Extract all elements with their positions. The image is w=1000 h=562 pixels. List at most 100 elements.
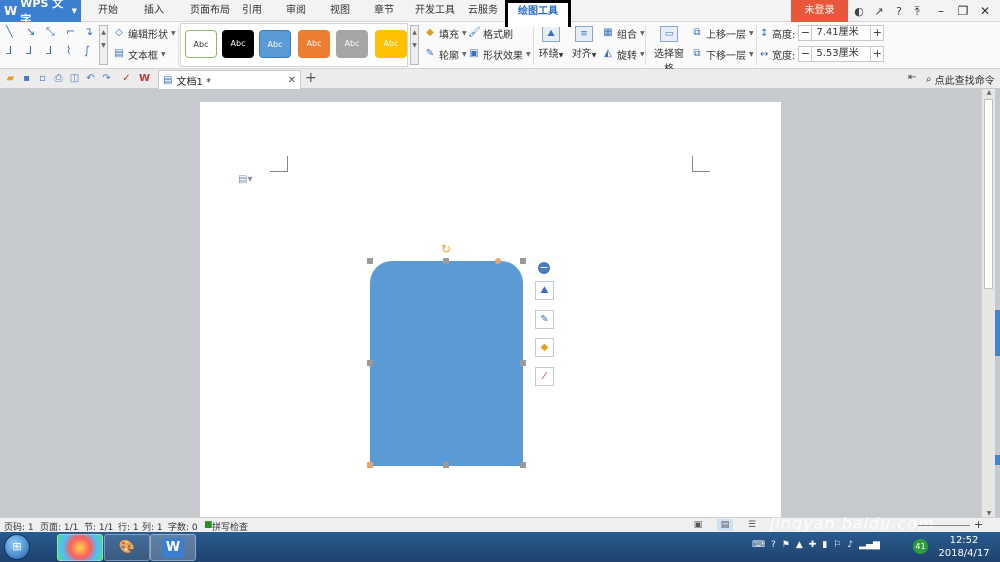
scroll-up-icon[interactable]: ▲ — [982, 89, 996, 96]
menu-item-home[interactable]: 开始 — [90, 0, 126, 22]
print-icon[interactable]: ⎙ — [52, 72, 65, 85]
style-sample-black[interactable]: Abc — [222, 30, 254, 58]
keyboard-icon[interactable]: ⌨ — [752, 540, 765, 550]
menu-item-view[interactable]: 视图 — [322, 0, 358, 22]
rotate-handle-icon[interactable]: ↻ — [441, 242, 451, 256]
scroll-down-icon[interactable]: ▼ — [982, 510, 996, 517]
help-icon[interactable]: ? — [892, 5, 906, 18]
scrollbar-thumb[interactable] — [984, 99, 993, 289]
side-panel-tab[interactable] — [995, 455, 1000, 465]
line-icon[interactable]: ╲ — [6, 25, 13, 38]
menu-item-drawing-tools[interactable]: 绘图工具 — [505, 0, 571, 27]
paste-options-icon[interactable]: ▤▾ — [238, 174, 252, 185]
add-tab-icon[interactable]: + — [305, 70, 317, 86]
notification-icon[interactable]: ⚑ — [782, 540, 790, 550]
security-icon[interactable]: ✚ — [809, 540, 817, 550]
signal-icon[interactable]: ▂▄▆ — [859, 540, 880, 550]
rotate-button[interactable]: ◭ 旋转 ▼ — [602, 46, 644, 62]
zoom-slider[interactable] — [918, 525, 970, 526]
outline-button[interactable]: ✎ 轮廓 ▼ — [424, 46, 467, 62]
fill-bucket-icon[interactable]: ◆ — [535, 338, 554, 357]
login-button[interactable]: 未登录 — [791, 0, 848, 22]
system-clock[interactable]: 12:52 2018/4/17 — [936, 534, 992, 560]
upload-icon[interactable]: ⤒ — [906, 0, 928, 22]
resize-handle-right[interactable] — [520, 360, 526, 366]
app-menu-button[interactable]: W WPS 文字 ▼ — [0, 0, 81, 26]
taskbar-app-paint[interactable]: 🎨 — [104, 534, 150, 561]
restore-icon[interactable]: ❐ — [952, 0, 974, 22]
shape-gallery[interactable]: ╲ ↘ ⤡ ⌐ ↴ ⅃ ⅃ ⅃ ⌇ ∫ — [4, 25, 98, 65]
curve-icon[interactable]: ⌇ — [66, 44, 71, 57]
network-icon[interactable]: ▮ — [822, 540, 827, 550]
vertical-scrollbar[interactable]: ▲ ▼ — [981, 89, 995, 517]
width-increase-button[interactable]: + — [870, 46, 885, 62]
height-input[interactable]: 7.41厘米 — [812, 25, 871, 41]
page-view-icon[interactable]: ▤ — [717, 519, 733, 531]
send-backward-button[interactable]: ⧉ 下移一层 ▼ — [691, 46, 753, 62]
elbow-arrow-icon[interactable]: ↴ — [84, 25, 93, 38]
resize-handle-left[interactable] — [367, 360, 373, 366]
width-input[interactable]: 5.53厘米 — [812, 46, 871, 62]
menu-item-references[interactable]: 引用 — [234, 0, 270, 22]
help-icon[interactable]: ? — [771, 540, 776, 550]
arrow-icon[interactable]: ↘ — [26, 25, 35, 38]
elbow-icon[interactable]: ⌐ — [66, 25, 75, 38]
find-command-search[interactable]: ⌕ 点此查找命令 — [926, 72, 995, 87]
menu-item-insert[interactable]: 插入 — [136, 0, 172, 22]
flag-icon[interactable]: ⚐ — [833, 540, 841, 550]
taskbar-app-wps[interactable]: W — [150, 534, 196, 561]
close-tab-icon[interactable]: ✕ — [288, 75, 296, 86]
format-painter-button[interactable]: 🖌 格式刷 — [468, 25, 513, 41]
shape-effects-button[interactable]: ▣ 形状效果 ▼ — [468, 46, 530, 62]
app-tray-icon[interactable]: ▲ — [796, 540, 803, 550]
menu-item-chapter[interactable]: 章节 — [366, 0, 402, 22]
customize-icon[interactable]: ✓ — [120, 72, 133, 85]
menu-item-developer[interactable]: 开发工具 — [410, 0, 460, 22]
resize-handle-bottom-left[interactable] — [367, 462, 373, 468]
wps-icon[interactable]: W — [138, 72, 151, 85]
resize-handle-bottom-right[interactable] — [520, 462, 526, 468]
print-preview-icon[interactable]: ◫ — [68, 72, 81, 85]
document-page[interactable]: ▤▾ ↻ − ⛰ ✎ ◆ ⁄ — [200, 102, 781, 517]
start-button[interactable]: ⊞ — [4, 534, 30, 560]
resize-handle-top-right[interactable] — [520, 258, 526, 264]
group-button[interactable]: ▦ 组合 ▼ — [602, 25, 644, 41]
menu-item-page-layout[interactable]: 页面布局 — [180, 0, 240, 22]
freeform-icon[interactable]: ∫ — [84, 44, 90, 57]
outline-view-icon[interactable]: ☰ — [744, 519, 760, 531]
save-icon[interactable]: ▪ — [20, 72, 33, 85]
edit-shape-button[interactable]: ◇ 编辑形状 ▼ — [113, 25, 175, 41]
shape-gallery-scroll[interactable]: ▲ ▼ — [99, 25, 108, 65]
menu-item-review[interactable]: 审阅 — [278, 0, 314, 22]
volume-icon[interactable]: ♪ — [847, 540, 853, 550]
resize-handle-top[interactable] — [443, 258, 449, 264]
height-increase-button[interactable]: + — [870, 25, 885, 41]
style-sample-white[interactable]: Abc — [185, 30, 217, 58]
selection-pane-button[interactable]: ▭ 选择窗格 — [650, 26, 688, 75]
zoom-in-icon[interactable]: + — [974, 518, 983, 531]
style-sample-gold[interactable]: Abc — [375, 30, 407, 58]
style-sample-orange[interactable]: Abc — [298, 30, 330, 58]
outline-pen-icon[interactable]: ⁄ — [535, 367, 554, 386]
layout-options-icon[interactable]: ⛰ — [535, 281, 554, 300]
skin-icon[interactable]: ◐ — [852, 5, 866, 18]
elbow2-icon[interactable]: ⅃ — [6, 44, 12, 57]
align-button[interactable]: ≡ 对齐▼ — [570, 26, 598, 60]
export-pdf-icon[interactable]: ▫ — [36, 72, 49, 85]
resize-handle-bottom[interactable] — [443, 462, 449, 468]
share-icon[interactable]: ↗ — [872, 5, 886, 18]
elbow3-icon[interactable]: ⅃ — [26, 44, 32, 57]
resize-handle-top-left[interactable] — [367, 258, 373, 264]
bring-forward-button[interactable]: ⧉ 上移一层 ▼ — [691, 25, 753, 41]
style-gallery-scroll[interactable]: ▲ ▼ — [410, 25, 419, 65]
tray-counter-badge[interactable]: 41 — [913, 539, 928, 554]
collapse-toolbar-icon[interactable]: − — [538, 262, 550, 274]
adjust-handle[interactable] — [495, 258, 501, 264]
fullscreen-view-icon[interactable]: ▣ — [690, 519, 706, 531]
double-arrow-icon[interactable]: ⤡ — [46, 25, 55, 39]
command-pane-icon[interactable]: ⇤ — [908, 72, 916, 83]
undo-icon[interactable]: ↶ — [84, 72, 97, 85]
width-decrease-button[interactable]: − — [798, 46, 813, 62]
fill-button[interactable]: ◆ 填充 ▼ — [424, 25, 466, 41]
minimize-icon[interactable]: – — [930, 0, 952, 22]
